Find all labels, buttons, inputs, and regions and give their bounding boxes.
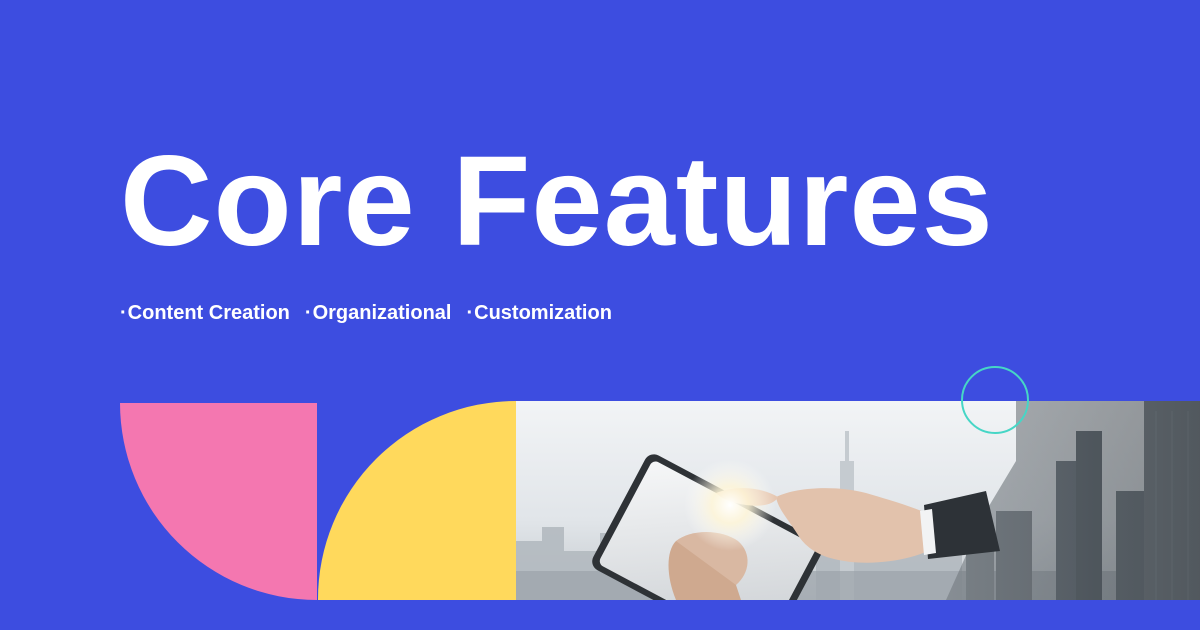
feature-label: Customization <box>474 302 612 324</box>
feature-item-organizational: ·Organizational <box>305 302 452 325</box>
photo-illustration <box>516 401 1200 600</box>
bullet-icon: · <box>120 302 127 324</box>
teal-ring-decoration <box>961 366 1029 434</box>
feature-item-content-creation: ·Content Creation <box>120 302 290 325</box>
page-title: Core Features <box>120 130 994 273</box>
bullet-icon: · <box>466 302 474 324</box>
business-tablet-city-photo <box>516 401 1200 600</box>
yellow-quarter-circle-decoration <box>318 401 516 600</box>
feature-label: Organizational <box>312 302 452 324</box>
bullet-icon: · <box>304 302 312 324</box>
pink-quarter-circle-decoration <box>120 403 317 600</box>
feature-item-customization: ·Customization <box>466 302 611 325</box>
feature-label: Content Creation <box>127 302 290 324</box>
feature-list: ·Content Creation ·Organizational ·Custo… <box>120 302 612 325</box>
